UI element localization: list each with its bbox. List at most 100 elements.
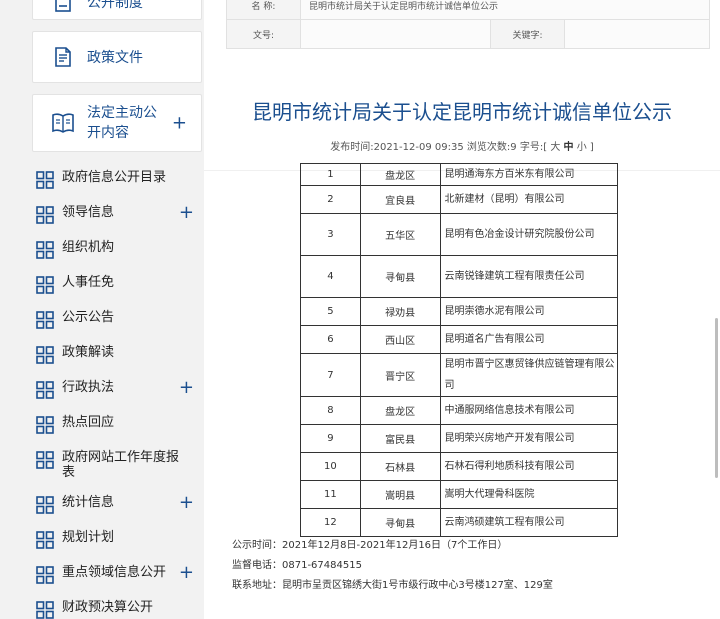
- row-company: 昆明有色冶金设计研究院股份公司: [439, 213, 619, 256]
- row-company: 昆明道名广告有限公司: [439, 325, 619, 354]
- font-small-link[interactable]: 小: [577, 142, 587, 153]
- grid-icon: [36, 241, 54, 259]
- grid-icon: [36, 601, 54, 619]
- grid-icon: [36, 531, 54, 549]
- sidebar-item-label: 财政预决算公开: [62, 600, 154, 615]
- sidebar-item-organization[interactable]: 组织机构: [36, 240, 204, 259]
- meta-keyword-label: 关键字:: [490, 19, 565, 49]
- notice-period: 公示时间：2021年12月8日-2021年12月16日（7个工作日）: [232, 540, 508, 551]
- grid-icon: [36, 346, 54, 364]
- sidebar-item-label: 政策解读: [62, 345, 115, 360]
- scrollbar-thumb[interactable]: [715, 318, 718, 478]
- font-medium-link[interactable]: 中: [564, 142, 574, 153]
- row-county: 寻甸县: [359, 508, 441, 537]
- row-no: 12: [300, 508, 361, 537]
- row-no: 2: [300, 185, 361, 214]
- row-company: 嵩明大代理骨科医院: [439, 480, 619, 509]
- row-company: 昆明荣兴房地产开发有限公司: [439, 424, 619, 453]
- row-county: 石林县: [359, 452, 441, 481]
- expand-plus-icon[interactable]: +: [179, 379, 194, 397]
- row-company: 昆明崇德水泥有限公司: [439, 297, 619, 326]
- row-no: 7: [300, 353, 361, 397]
- expand-plus-icon[interactable]: +: [179, 204, 194, 222]
- row-no: 10: [300, 452, 361, 481]
- row-company: 昆明通海东方百米东有限公司: [439, 163, 619, 186]
- row-company: 昆明市晋宁区惠贸锋供应链管理有限公司: [439, 353, 619, 397]
- grid-icon: [36, 171, 54, 189]
- sidebar-item-label: 统计信息: [62, 495, 115, 510]
- row-company: 云南鸿硕建筑工程有限公司: [439, 508, 619, 537]
- row-no: 1: [300, 163, 361, 186]
- row-no: 3: [300, 213, 361, 256]
- sidebar-item-announcements[interactable]: 公示公告: [36, 310, 204, 329]
- row-county: 宜良县: [359, 185, 441, 214]
- sidebar-item-label: 重点领域信息公开: [62, 565, 167, 580]
- font-large-link[interactable]: 大: [550, 142, 560, 153]
- row-county: 盘龙区: [359, 396, 441, 425]
- sidebar-item-label: 人事任免: [62, 275, 115, 290]
- table-row: 7 晋宁区 昆明市晋宁区惠贸锋供应链管理有限公司: [300, 353, 619, 397]
- table-row: 11 嵩明县 嵩明大代理骨科医院: [300, 480, 619, 509]
- sidebar-button-statutory-disclosure[interactable]: 法定主动公开内容 +: [32, 94, 202, 152]
- row-county: 晋宁区: [359, 353, 441, 397]
- expand-plus-icon[interactable]: +: [179, 494, 194, 512]
- meta-doc-value: [300, 19, 491, 49]
- expand-plus-icon[interactable]: +: [179, 564, 194, 582]
- row-county: 盘龙区: [359, 163, 441, 186]
- table-row: 1 盘龙区 昆明通海东方百米东有限公司: [300, 163, 619, 186]
- table-row: 6 西山区 昆明道名广告有限公司: [300, 325, 619, 354]
- book-icon: [51, 111, 75, 135]
- row-company: 中通服网络信息技术有限公司: [439, 396, 619, 425]
- sidebar-button-label: 政策文件: [87, 50, 143, 66]
- row-no: 5: [300, 297, 361, 326]
- sidebar-item-budget[interactable]: 财政预决算公开: [36, 600, 204, 619]
- grid-icon: [36, 276, 54, 294]
- meta-doc-label: 文号:: [226, 19, 301, 49]
- sidebar-item-info-catalog[interactable]: 政府信息公开目录: [36, 170, 204, 189]
- expand-plus-icon[interactable]: +: [172, 113, 187, 134]
- row-no: 4: [300, 255, 361, 298]
- sidebar-item-hot-topics[interactable]: 热点回应: [36, 415, 204, 434]
- row-county: 寻甸县: [359, 255, 441, 298]
- row-county: 西山区: [359, 325, 441, 354]
- sidebar-button-label: 法定主动公开内容: [87, 105, 157, 141]
- views-label: 浏览次数:: [466, 142, 511, 153]
- font-size-bracket: ]: [589, 142, 594, 153]
- row-county: 嵩明县: [359, 480, 441, 509]
- sidebar-item-planning[interactable]: 规划计划: [36, 530, 204, 549]
- table-row: 10 石林县 石林石得利地质科技有限公司: [300, 452, 619, 481]
- table-row: 5 禄劝县 昆明崇德水泥有限公司: [300, 297, 619, 326]
- sidebar-item-label: 行政执法: [62, 380, 115, 395]
- sidebar-item-leadership[interactable]: 领导信息 +: [36, 204, 204, 224]
- sidebar-button-disclosure-system[interactable]: 公开制度: [32, 0, 202, 20]
- meta-keyword-value: [564, 19, 710, 49]
- sidebar-button-label: 公开制度: [87, 0, 143, 11]
- sidebar-item-label: 热点回应: [62, 415, 115, 430]
- notice-footer: 公示时间：2021年12月8日-2021年12月16日（7个工作日） 监督电话：…: [232, 536, 553, 596]
- sidebar-item-statistics[interactable]: 统计信息 +: [36, 494, 204, 514]
- table-row: 4 寻甸县 云南锐锋建筑工程有限责任公司: [300, 255, 619, 298]
- table-row: 8 盘龙区 中通服网络信息技术有限公司: [300, 396, 619, 425]
- publish-time-label: 发布时间:: [330, 142, 374, 153]
- sidebar-item-key-areas[interactable]: 重点领域信息公开 +: [36, 564, 204, 584]
- sidebar-button-policy-files[interactable]: 政策文件: [32, 31, 202, 83]
- publish-info: 发布时间:2021-12-09 09:35 浏览次数:9 字号:[ 大 中 小 …: [204, 138, 720, 153]
- article-header: 名 称: 昆明市统计局关于认定昆明市统计诚信单位公示 文号: 关键字: 昆明市统…: [204, 0, 720, 170]
- sidebar-item-policy-interpretation[interactable]: 政策解读: [36, 345, 204, 364]
- row-county: 禄劝县: [359, 297, 441, 326]
- table-row: 12 寻甸县 云南鸿硕建筑工程有限公司: [300, 508, 619, 537]
- table-row: 2 宜良县 北新建材（昆明）有限公司: [300, 185, 619, 214]
- row-county: 五华区: [359, 213, 441, 256]
- grid-icon: [36, 496, 54, 514]
- metadata-table: 名 称: 昆明市统计局关于认定昆明市统计诚信单位公示 文号: 关键字:: [226, 0, 710, 49]
- sidebar-item-label: 公示公告: [62, 310, 115, 325]
- row-no: 9: [300, 424, 361, 453]
- sidebar-item-label: 规划计划: [62, 530, 115, 545]
- sidebar-item-label: 领导信息: [62, 205, 115, 220]
- sidebar-item-annual-report[interactable]: 政府网站工作年度报表: [36, 450, 204, 480]
- sidebar-item-personnel[interactable]: 人事任免: [36, 275, 204, 294]
- row-company: 石林石得利地质科技有限公司: [439, 452, 619, 481]
- credit-units-table: 1 盘龙区 昆明通海东方百米东有限公司 2 宜良县 北新建材（昆明）有限公司 3 五华区昆…: [300, 163, 619, 537]
- sidebar-item-law-enforcement[interactable]: 行政执法 +: [36, 379, 204, 399]
- supervision-phone: 监督电话：0871-67484515: [232, 560, 362, 571]
